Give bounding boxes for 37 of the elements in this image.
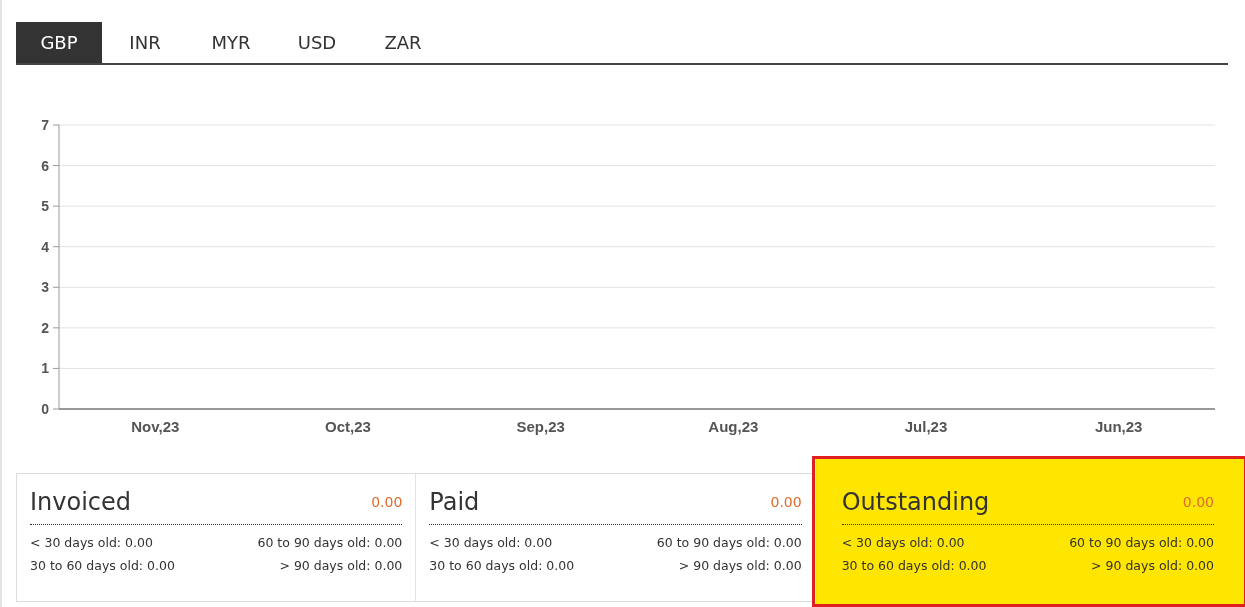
aging-amount: > 90 days old: 0.00 [278, 558, 403, 573]
card-title: Invoiced [30, 488, 132, 516]
card-title: Paid [429, 488, 480, 516]
y-tick-label: 6 [41, 157, 49, 174]
aging-amount: 30 to 60 days old: 0.00 [429, 558, 576, 573]
x-category-label: Nov,23 [131, 418, 180, 435]
currency-tab[interactable]: MYR [188, 22, 274, 63]
y-tick-label: 7 [41, 117, 49, 133]
x-category-label: Sep,23 [516, 418, 565, 435]
currency-tab[interactable]: USD [274, 22, 360, 63]
aging-amount: < 30 days old: 0.00 [30, 535, 154, 550]
currency-tab[interactable]: ZAR [360, 22, 446, 63]
aging-amount: 60 to 90 days old: 0.00 [256, 535, 403, 550]
y-tick-label: 4 [41, 238, 49, 255]
card-total: 0.00 [371, 494, 403, 510]
card-total: 0.00 [1182, 494, 1214, 510]
y-tick-label: 5 [41, 198, 49, 215]
card-total: 0.00 [770, 494, 802, 510]
x-category-label: Aug,23 [708, 418, 759, 435]
aging-amount: 60 to 90 days old: 0.00 [655, 535, 802, 550]
x-category-label: Jul,23 [904, 418, 948, 435]
currency-tab[interactable]: GBP [16, 22, 102, 63]
aging-amount: 60 to 90 days old: 0.00 [1068, 535, 1214, 550]
aging-amount: > 90 days old: 0.00 [677, 558, 802, 573]
y-tick-label: 0 [41, 401, 49, 417]
y-tick-label: 2 [41, 319, 49, 336]
x-category-label: Jun,23 [1094, 418, 1143, 435]
y-tick-label: 3 [41, 279, 49, 296]
aging-amount: < 30 days old: 0.00 [429, 535, 554, 550]
aging-amount: < 30 days old: 0.00 [841, 535, 966, 550]
currency-tab[interactable]: INR [102, 22, 188, 63]
x-category-label: Oct,23 [325, 418, 371, 435]
y-tick-label: 1 [41, 360, 49, 377]
aging-amount: 30 to 60 days old: 0.00 [30, 558, 176, 573]
card-title: Outstanding [841, 488, 990, 516]
aging-amount: > 90 days old: 0.00 [1090, 558, 1214, 573]
aging-amount: 30 to 60 days old: 0.00 [841, 558, 988, 573]
